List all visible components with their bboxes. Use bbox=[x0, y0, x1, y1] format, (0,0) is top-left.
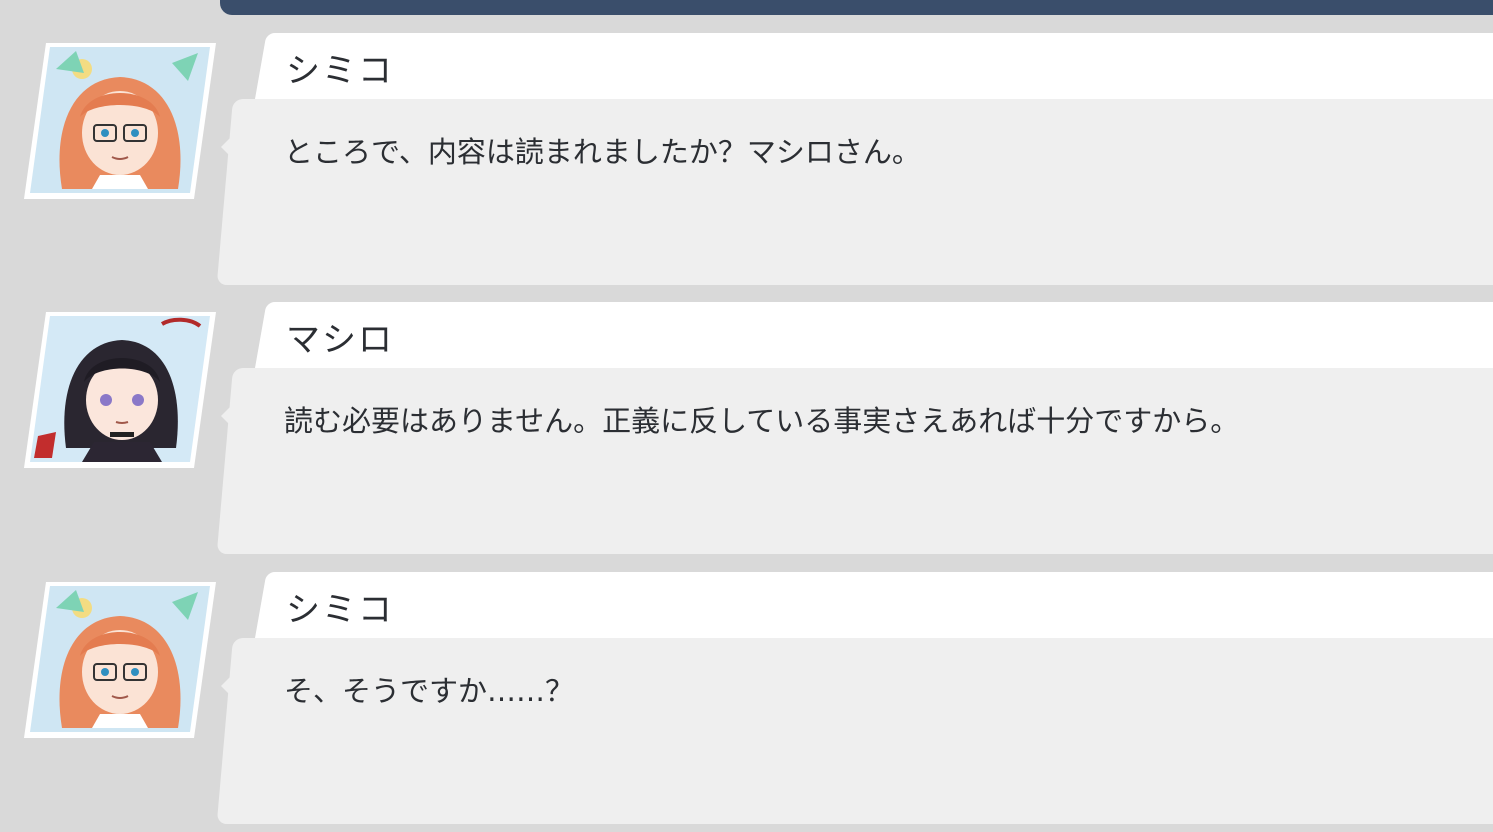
log-entry: マシロ 読む必要はありません。正義に反している事実さえあれば十分ですから。 bbox=[0, 302, 1493, 562]
speaker-name: シミコ bbox=[286, 51, 394, 91]
dialogue-bubble bbox=[216, 368, 1493, 554]
log-entry: シミコ ところで、内容は読まれましたか？マシロさん。 bbox=[0, 33, 1493, 293]
speaker-tab bbox=[255, 572, 1493, 638]
dialogue-text: 読む必要はありません。正義に反している事実さえあれば十分ですから。 bbox=[284, 404, 1240, 438]
shimiko-portrait-icon bbox=[22, 578, 218, 738]
dialogue-bubble bbox=[216, 99, 1493, 285]
dialogue-text: そ、そうですか……？ bbox=[284, 674, 575, 708]
speaker-name: シミコ bbox=[286, 590, 394, 630]
speaker-name: マシロ bbox=[286, 320, 394, 360]
dialogue-text: ところで、内容は読まれましたか？マシロさん。 bbox=[284, 135, 921, 169]
shimiko-portrait-icon bbox=[22, 39, 218, 199]
mashiro-portrait-icon bbox=[22, 308, 218, 468]
log-entry: シミコ そ、そうですか……？ bbox=[0, 572, 1493, 832]
log-header-bar bbox=[220, 0, 1493, 15]
speaker-tab bbox=[255, 302, 1493, 368]
dialogue-bubble bbox=[216, 638, 1493, 824]
speaker-tab bbox=[255, 33, 1493, 99]
